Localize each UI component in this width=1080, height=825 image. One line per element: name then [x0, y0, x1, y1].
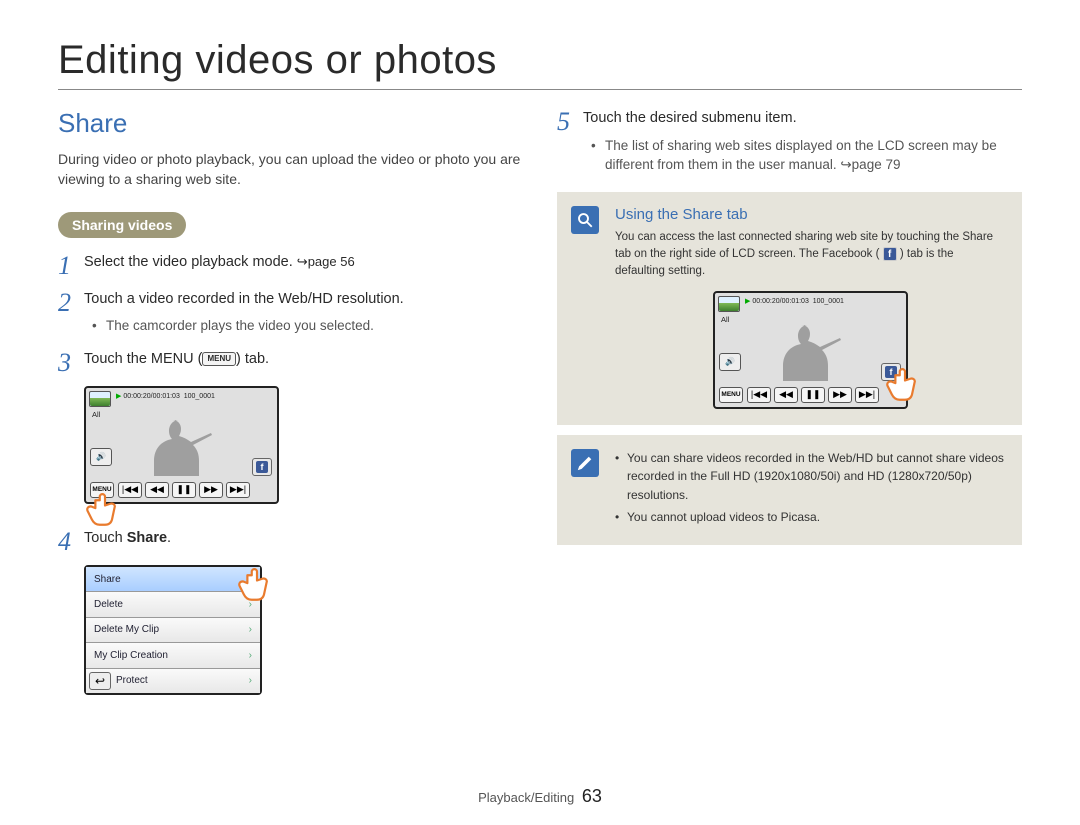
step-number: 4 [58, 528, 84, 555]
step-5-bullet: The list of sharing web sites displayed … [591, 136, 1022, 175]
note-callout: You can share videos recorded in the Web… [557, 435, 1022, 545]
facebook-tab-icon: f [252, 458, 272, 476]
pause-icon[interactable]: ❚❚ [172, 482, 196, 498]
timecode: 00:00:20/00:01:03 100_0001 [745, 297, 844, 305]
callout-title: Using the Share tab [615, 206, 1006, 223]
step-3-post: ) tab. [236, 351, 269, 367]
page-title: Editing videos or photos [58, 38, 1022, 90]
lcd-screenshot-share: 00:00:20/00:01:03 100_0001 All 🔊 f MENU … [713, 291, 908, 409]
video-silhouette [761, 315, 861, 381]
step-1-main: Select the video playback mode. [84, 254, 297, 270]
lcd-screenshot-menu: 00:00:20/00:01:03 100_0001 All 🔊 f MENU … [84, 386, 279, 504]
page-ref: ↪page 56 [297, 254, 355, 269]
note-bullet-1: You can share videos recorded in the Web… [615, 449, 1006, 505]
step-number: 5 [557, 108, 583, 178]
step-number: 3 [58, 349, 84, 376]
touch-hand-icon [236, 563, 278, 605]
step-4-text: Touch Share. [84, 528, 523, 555]
step-4-bold: Share [127, 530, 167, 546]
volume-icon: 🔊 [90, 448, 112, 466]
menu-screenshot: Share› Delete› Delete My Clip› My Clip C… [84, 565, 262, 695]
note-bullet-2: You cannot upload videos to Picasa. [615, 508, 1006, 527]
thumbnail-icon [718, 296, 740, 312]
magnifier-icon [571, 206, 599, 234]
touch-hand-icon [84, 488, 126, 530]
menu-item-share[interactable]: Share› [86, 567, 260, 592]
menu-item-my-clip-creation[interactable]: My Clip Creation› [86, 643, 260, 668]
next-icon[interactable]: ▶▶| [226, 482, 250, 498]
transport-controls: |◀◀ ◀◀ ❚❚ ▶▶ ▶▶| [118, 482, 250, 498]
menu-icon: MENU [202, 352, 236, 366]
step-number: 1 [58, 252, 84, 279]
volume-icon: 🔊 [719, 353, 741, 371]
next-icon[interactable]: ▶▶| [855, 387, 879, 403]
all-label: All [721, 315, 729, 324]
sharing-videos-pill: Sharing videos [58, 212, 186, 238]
forward-icon[interactable]: ▶▶ [828, 387, 852, 403]
step-3-pre: Touch the MENU ( [84, 351, 202, 367]
forward-icon[interactable]: ▶▶ [199, 482, 223, 498]
timecode: 00:00:20/00:01:03 100_0001 [116, 392, 215, 400]
step-5-text: Touch the desired submenu item. [583, 110, 797, 126]
touch-hand-icon [884, 363, 926, 405]
menu-item-delete-my-clip[interactable]: Delete My Clip› [86, 618, 260, 643]
step-2-text: Touch a video recorded in the Web/HD res… [84, 291, 404, 307]
step-4-post: . [167, 530, 171, 546]
intro-text: During video or photo playback, you can … [58, 149, 523, 190]
all-label: All [92, 410, 100, 419]
menu-button[interactable]: MENU [719, 387, 743, 403]
note-icon [571, 449, 599, 477]
prev-icon[interactable]: |◀◀ [747, 387, 771, 403]
menu-item-delete[interactable]: Delete› [86, 592, 260, 617]
page-number: 63 [582, 786, 602, 806]
facebook-icon: f [883, 247, 897, 261]
callout-body: You can access the last connected sharin… [615, 229, 1006, 281]
step-4-pre: Touch [84, 530, 127, 546]
page-footer: Playback/Editing 63 [0, 786, 1080, 807]
step-1-text: Select the video playback mode. ↪page 56 [84, 252, 523, 279]
rewind-icon[interactable]: ◀◀ [774, 387, 798, 403]
back-icon[interactable]: ↩ [89, 672, 111, 690]
rewind-icon[interactable]: ◀◀ [145, 482, 169, 498]
share-tab-callout: Using the Share tab You can access the l… [557, 192, 1022, 425]
step-3-text: Touch the MENU (MENU) tab. [84, 349, 523, 376]
pause-icon[interactable]: ❚❚ [801, 387, 825, 403]
video-silhouette [132, 410, 232, 476]
share-heading: Share [58, 108, 523, 139]
step-number: 2 [58, 289, 84, 339]
transport-controls: |◀◀ ◀◀ ❚❚ ▶▶ ▶▶| [747, 387, 879, 403]
menu-item-protect[interactable]: Protect› [86, 669, 260, 693]
thumbnail-icon [89, 391, 111, 407]
step-2-bullet: The camcorder plays the video you select… [92, 316, 523, 336]
footer-section: Playback/Editing [478, 790, 574, 805]
